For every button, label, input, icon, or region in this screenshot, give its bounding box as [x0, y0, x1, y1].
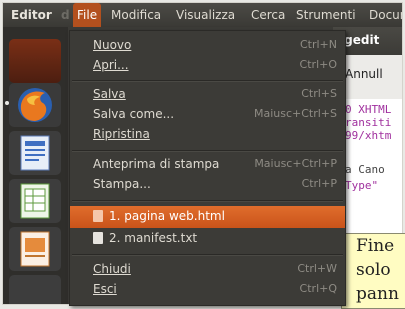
menu-item-recent-2[interactable]: 2. manifest.txt [70, 228, 345, 250]
software-center-icon[interactable] [9, 275, 61, 304]
html-file-icon [93, 210, 103, 222]
code-line: Type" [345, 179, 379, 192]
menu-item-label: Salva come... [93, 107, 175, 121]
menu-item-salva[interactable]: Salva Ctrl+S [70, 84, 345, 106]
menu-item-label: Salva [93, 87, 126, 101]
menu-item-label: Stampa... [93, 177, 151, 191]
dash-home-icon[interactable] [9, 39, 61, 83]
menu-separator [72, 80, 343, 82]
code-line: a Cano [345, 163, 385, 176]
menu-item-salva-come[interactable]: Salva come... Maiusc+Ctrl+S [70, 104, 345, 126]
menu-item-esci[interactable]: Esci Ctrl+Q [70, 279, 345, 301]
menu-item-label: Nuovo [93, 38, 132, 52]
menu-item-shortcut: Maiusc+Ctrl+S [253, 107, 337, 120]
menu-item-shortcut: Ctrl+Q [299, 282, 337, 295]
menu-item-ripristina[interactable]: Ripristina [70, 124, 345, 146]
firefox-icon[interactable] [9, 83, 61, 127]
menu-item-nuovo[interactable]: Nuovo Ctrl+N [70, 35, 345, 57]
menu-item-label: Chiudi [93, 262, 131, 276]
menu-separator [72, 150, 343, 152]
menu-file[interactable]: File [73, 3, 102, 27]
undo-button[interactable]: Annull [345, 67, 383, 81]
text-file-icon [93, 232, 103, 244]
menu-separator [72, 200, 343, 202]
menu-documenti[interactable]: Docum [365, 3, 402, 27]
menu-cerca[interactable]: Cerca [247, 3, 289, 27]
menu-item-anteprima[interactable]: Anteprima di stampa Maiusc+Ctrl+P [70, 154, 345, 176]
menu-item-label: Ripristina [93, 127, 150, 141]
launcher [3, 27, 68, 304]
tooltip-line: solo [356, 260, 391, 280]
menu-separator [72, 254, 343, 256]
writer-icon[interactable] [9, 131, 61, 175]
tooltip-line: Fine [356, 236, 395, 256]
menu-item-shortcut: Ctrl+O [299, 58, 337, 71]
menu-modifica[interactable]: Modifica [107, 3, 165, 27]
calc-icon[interactable] [9, 179, 61, 223]
app-title-fade: d [61, 8, 70, 22]
menu-item-label: Esci [93, 282, 117, 296]
tooltip-note: Fine solo pann [341, 233, 405, 309]
top-panel: Editor d File Modifica Visualizza Cerca … [3, 3, 402, 27]
menu-visualizza[interactable]: Visualizza [172, 3, 239, 27]
menu-item-label: 2. manifest.txt [109, 231, 198, 245]
menu-item-shortcut: Maiusc+Ctrl+P [254, 157, 337, 170]
menu-item-stampa[interactable]: Stampa... Ctrl+P [70, 174, 345, 196]
code-line: 0 XHTML [345, 103, 392, 116]
menu-item-recent-1[interactable]: 1. pagina web.html [70, 206, 345, 228]
tooltip-line: pann [356, 284, 399, 304]
menu-item-label: 1. pagina web.html [109, 209, 225, 223]
code-line: ransiti [345, 116, 392, 129]
menu-item-shortcut: Ctrl+S [301, 87, 337, 100]
menu-item-shortcut: Ctrl+P [301, 177, 337, 190]
impress-icon[interactable] [9, 227, 61, 271]
menu-item-label: Anteprima di stampa [93, 157, 220, 171]
menu-item-shortcut: Ctrl+W [297, 262, 337, 275]
menu-item-label: Apri... [93, 58, 129, 72]
file-menu: Nuovo Ctrl+N Apri... Ctrl+O Salva Ctrl+S… [69, 30, 346, 306]
menu-strumenti[interactable]: Strumenti [292, 3, 360, 27]
code-line: 99/xhtm [345, 129, 392, 142]
menu-item-shortcut: Ctrl+N [299, 38, 337, 51]
menu-item-apri[interactable]: Apri... Ctrl+O [70, 55, 345, 77]
app-title: Editor [11, 8, 52, 22]
menu-item-chiudi[interactable]: Chiudi Ctrl+W [70, 259, 345, 281]
